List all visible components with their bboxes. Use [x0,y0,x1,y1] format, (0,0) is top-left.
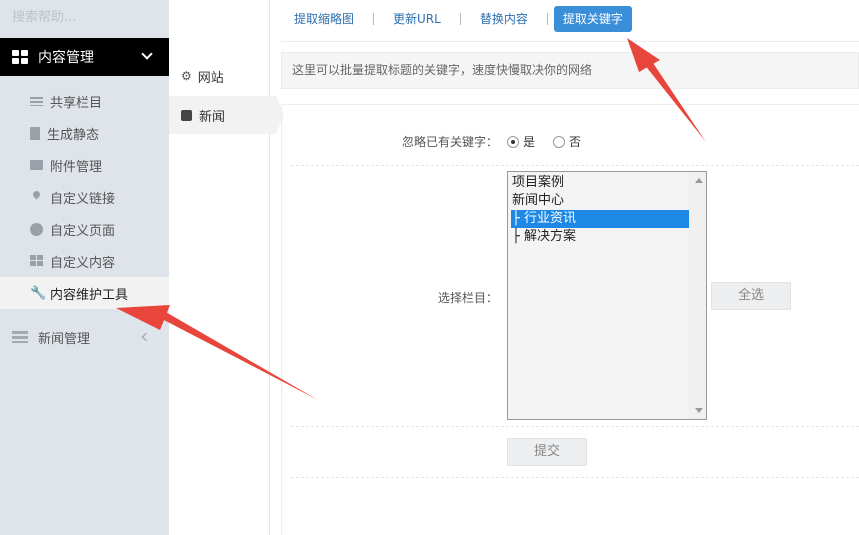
grid-icon [30,254,43,268]
radio-no[interactable]: 否 [553,133,581,150]
sidebar-group-label: 新闻管理 [38,331,91,347]
radio-no-label: 否 [569,135,582,149]
tool-tabs: 提取缩略图 更新URL 替换内容 提取关键字 [281,6,632,32]
sidebar-item-generate-static[interactable]: 生成静态 [0,117,169,149]
sidebar-item-label: 自定义链接 [50,191,116,207]
sidebar-item-custom-content[interactable]: 自定义内容 [0,245,169,277]
grid-icon [12,50,28,64]
submit-button[interactable]: 提交 [507,438,587,466]
sidebar-group-label: 内容管理 [38,50,94,66]
sidebar-item-maintenance-tools[interactable]: 🔧 内容维护工具 [0,277,169,309]
sidebar-item-label: 内容维护工具 [50,287,129,303]
tab-divider [459,13,461,25]
listbox-option[interactable]: 新闻中心 [511,192,689,210]
listbox-option[interactable]: ├ 解决方案 [511,228,689,246]
sidebar-item-custom-pages[interactable]: 自定义页面 [0,213,169,245]
gear-icon: ⚙ [181,69,192,83]
module-nav: ⚙ 网站 新闻 [169,0,284,535]
scroll-up-icon[interactable] [695,178,703,183]
radio-dot[interactable] [553,135,565,148]
module-item-news[interactable]: 新闻 [169,96,284,134]
tab-extract-keywords[interactable]: 提取关键字 [553,6,632,32]
chevron-left-icon [141,332,151,342]
sidebar-item-label: 共享栏目 [50,95,103,111]
sidebar-group-content-management[interactable]: 内容管理 [0,38,169,76]
ignore-keywords-label: 忽略已有关键字： [401,135,498,149]
tab-divider [546,13,548,25]
pin-icon [30,191,43,204]
divider [291,477,859,478]
scroll-down-icon[interactable] [695,408,703,413]
radio-yes[interactable]: 是 [507,133,535,150]
sidebar-item-attachments[interactable]: 附件管理 [0,149,169,181]
sidebar-group-news-management[interactable]: 新闻管理 [0,320,169,354]
radio-yes-label: 是 [523,135,536,149]
sidebar-item-label: 附件管理 [50,159,103,175]
listbox-option[interactable]: 项目案例 [511,174,689,192]
sidebar-item-shared-columns[interactable]: 共享栏目 [0,85,169,117]
search-input[interactable]: 搜索帮助... [0,0,169,30]
module-item-label: 网站 [197,70,224,86]
column-listbox[interactable]: 项目案例 新闻中心 ├ 行业资讯 ├ 解决方案 [507,171,707,420]
divider [291,426,859,427]
radio-dot-checked[interactable] [507,135,519,148]
square-icon [181,109,192,121]
file-icon [30,126,40,140]
module-item-website[interactable]: ⚙ 网站 [169,57,270,95]
circle-icon [30,222,43,236]
list-icon [30,95,43,108]
sidebar: 搜索帮助... 内容管理 共享栏目 生成静态 附件管理 自定义链接 自定义页面 … [0,0,169,535]
sidebar-item-label: 自定义内容 [50,255,116,271]
wrench-icon: 🔧 [30,285,47,301]
tab-update-url[interactable]: 更新URL [380,6,454,32]
listbox-option-selected[interactable]: ├ 行业资讯 [511,210,689,228]
server-icon [12,331,28,343]
sidebar-item-custom-links[interactable]: 自定义链接 [0,181,169,213]
module-item-label: 新闻 [199,109,226,125]
chevron-down-icon [141,48,153,60]
divider [291,165,859,166]
sidebar-item-label: 自定义页面 [50,223,116,239]
tab-replace-content[interactable]: 替换内容 [467,6,541,32]
column-select-label: 选择栏目： [437,291,498,305]
tab-extract-thumbnail[interactable]: 提取缩略图 [281,6,367,32]
sidebar-item-label: 生成静态 [47,127,100,143]
tab-divider [373,13,375,25]
folder-icon [30,160,43,170]
info-banner: 这里可以批量提取标题的关键字，速度快慢取决你的网络 [281,52,859,89]
scrollbar[interactable] [689,172,706,419]
divider [281,41,859,42]
select-all-button[interactable]: 全选 [711,282,791,310]
